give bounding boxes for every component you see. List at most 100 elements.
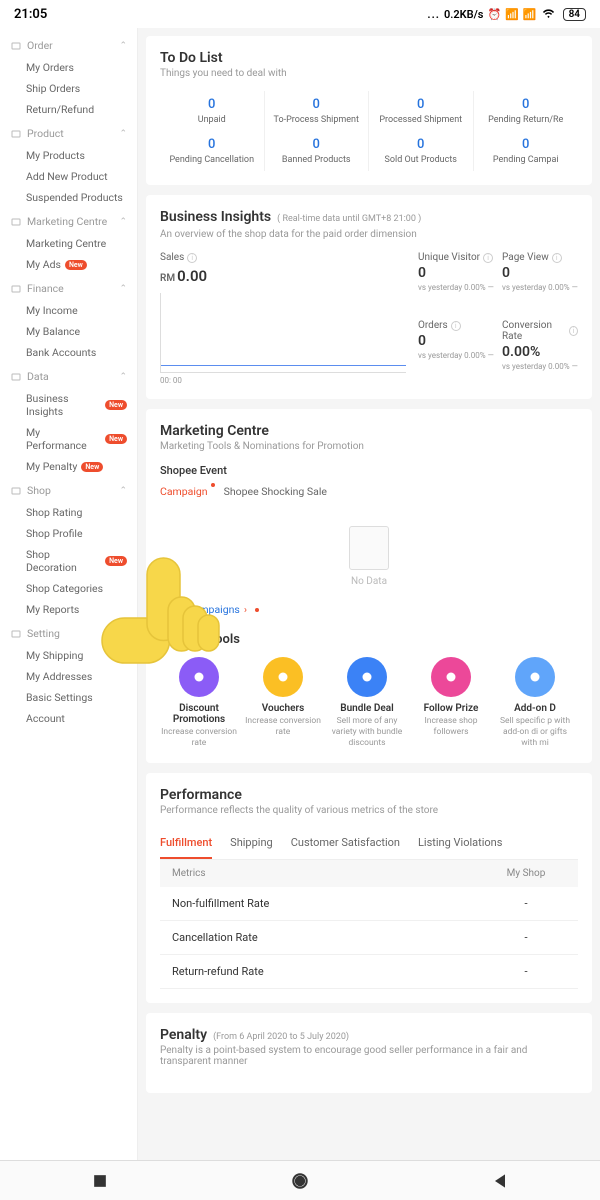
android-nav-bar — [0, 1160, 600, 1200]
chevron-up-icon: ⌃ — [119, 629, 127, 639]
chevron-up-icon: ⌃ — [119, 41, 127, 51]
more-campaigns-link[interactable]: More Campaigns › — [160, 603, 578, 616]
perf-tab-customer-satisfaction[interactable]: Customer Satisfaction — [291, 828, 400, 859]
document-icon — [349, 526, 389, 570]
nav-group-marketing-centre[interactable]: Marketing Centre ⌃ — [0, 210, 137, 233]
tool-follow-prize[interactable]: Follow Prize Increase shop followers — [412, 657, 490, 749]
tool-icon — [515, 657, 555, 697]
stat-block: Unique Visitori 0 vs yesterday 0.00% — — [418, 252, 494, 306]
todo-title: To Do List — [160, 50, 578, 66]
sidebar-item-my-penalty[interactable]: My PenaltyNew — [0, 456, 137, 477]
todo-item[interactable]: 0Pending Campai — [474, 131, 579, 171]
perf-tab-fulfillment[interactable]: Fulfillment — [160, 828, 212, 859]
sidebar-item-my-shipping[interactable]: My Shipping — [0, 645, 137, 666]
todo-item[interactable]: 0Unpaid — [160, 91, 265, 131]
sidebar-item-shop-decoration[interactable]: Shop DecorationNew — [0, 544, 137, 578]
perf-tab-shipping[interactable]: Shipping — [230, 828, 273, 859]
chevron-up-icon: ⌃ — [119, 372, 127, 382]
stat-block: Ordersi 0 vs yesterday 0.00% — — [418, 320, 494, 385]
sidebar-item-bank-accounts[interactable]: Bank Accounts — [0, 342, 137, 363]
tab-campaign[interactable]: Campaign — [160, 485, 208, 502]
tool-icon — [179, 657, 219, 697]
nav-group-product[interactable]: Product ⌃ — [0, 122, 137, 145]
sales-value: RM0.00 — [160, 267, 406, 285]
todo-item[interactable]: 0Pending Return/Re — [474, 91, 579, 131]
marketing-card: Marketing Centre Marketing Tools & Nomin… — [146, 409, 592, 763]
main-content: To Do List Things you need to deal with … — [138, 28, 600, 1160]
tool-vouchers[interactable]: Vouchers Increase conversion rate — [244, 657, 322, 749]
todo-item[interactable]: 0Processed Shipment — [369, 91, 474, 131]
info-icon[interactable]: i — [187, 253, 197, 263]
back-button[interactable] — [490, 1171, 510, 1191]
recent-apps-button[interactable] — [90, 1171, 110, 1191]
todo-item[interactable]: 0Banned Products — [265, 131, 370, 171]
new-badge: New — [65, 260, 87, 270]
sidebar-item-add-new-product[interactable]: Add New Product — [0, 166, 137, 187]
status-bar: 21:05 ... 0.2KB/s ⏰ 📶 📶 84 — [0, 0, 600, 28]
penalty-title: Penalty — [160, 1027, 207, 1043]
sidebar-item-return/refund[interactable]: Return/Refund — [0, 99, 137, 120]
todo-sub: Things you need to deal with — [160, 68, 578, 79]
tools-title: Popular Tools — [160, 632, 578, 647]
info-icon[interactable]: i — [569, 326, 578, 336]
sidebar-item-my-products[interactable]: My Products — [0, 145, 137, 166]
sidebar-item-suspended-products[interactable]: Suspended Products — [0, 187, 137, 208]
nav-group-setting[interactable]: Setting ⌃ — [0, 622, 137, 645]
marketing-title: Marketing Centre — [160, 423, 578, 439]
info-icon[interactable]: i — [451, 321, 461, 331]
sidebar-item-my-income[interactable]: My Income — [0, 300, 137, 321]
info-icon[interactable]: i — [483, 253, 493, 263]
folder-icon — [10, 128, 22, 140]
sidebar-item-shop-profile[interactable]: Shop Profile — [0, 523, 137, 544]
signal-icon-2: 📶 — [523, 8, 537, 21]
nav-group-shop[interactable]: Shop ⌃ — [0, 479, 137, 502]
sidebar-item-account[interactable]: Account — [0, 708, 137, 729]
nav-group-data[interactable]: Data ⌃ — [0, 365, 137, 388]
sidebar: Order ⌃My OrdersShip OrdersReturn/Refund… — [0, 28, 138, 1160]
tool-discount-promotions[interactable]: Discount Promotions Increase conversion … — [160, 657, 238, 749]
sidebar-item-ship-orders[interactable]: Ship Orders — [0, 78, 137, 99]
sidebar-item-my-reports[interactable]: My Reports — [0, 599, 137, 620]
wifi-icon — [541, 5, 556, 23]
home-button[interactable] — [290, 1171, 310, 1191]
nav-group-order[interactable]: Order ⌃ — [0, 34, 137, 57]
sales-label: Sales — [160, 252, 184, 263]
nodata-area: No Data — [160, 510, 578, 603]
sidebar-item-shop-categories[interactable]: Shop Categories — [0, 578, 137, 599]
chevron-up-icon: ⌃ — [119, 129, 127, 139]
sidebar-item-business-insights[interactable]: Business InsightsNew — [0, 388, 137, 422]
sidebar-item-my-orders[interactable]: My Orders — [0, 57, 137, 78]
sidebar-item-my-addresses[interactable]: My Addresses — [0, 666, 137, 687]
sidebar-item-my-balance[interactable]: My Balance — [0, 321, 137, 342]
shopee-event-label: Shopee Event — [160, 464, 578, 477]
folder-icon — [10, 216, 22, 228]
marketing-sub: Marketing Tools & Nominations for Promot… — [160, 441, 578, 452]
battery-icon: 84 — [563, 8, 586, 21]
todo-item[interactable]: 0To-Process Shipment — [265, 91, 370, 131]
insights-sub: An overview of the shop data for the pai… — [160, 229, 578, 240]
insights-note: ( Real-time data until GMT+8 21:00 ) — [277, 214, 421, 224]
tab-shocking-sale[interactable]: Shopee Shocking Sale — [224, 485, 327, 502]
sidebar-item-basic-settings[interactable]: Basic Settings — [0, 687, 137, 708]
alarm-icon: ⏰ — [487, 8, 501, 21]
sidebar-item-my-performance[interactable]: My PerformanceNew — [0, 422, 137, 456]
tool-bundle-deal[interactable]: Bundle Deal Sell more of any variety wit… — [328, 657, 406, 749]
performance-card: Performance Performance reflects the qua… — [146, 773, 592, 1003]
perf-head-metrics: Metrics — [172, 868, 486, 879]
folder-icon — [10, 40, 22, 52]
sidebar-item-marketing-centre[interactable]: Marketing Centre — [0, 233, 137, 254]
folder-icon — [10, 371, 22, 383]
nav-group-finance[interactable]: Finance ⌃ — [0, 277, 137, 300]
tool-add-on-d[interactable]: Add-on D Sell specific p with add-on di … — [496, 657, 574, 749]
sidebar-item-my-ads[interactable]: My AdsNew — [0, 254, 137, 275]
status-net: 0.2KB/s — [444, 8, 484, 21]
status-time: 21:05 — [14, 7, 47, 22]
folder-icon — [10, 283, 22, 295]
perf-tab-listing-violations[interactable]: Listing Violations — [418, 828, 502, 859]
todo-item[interactable]: 0Pending Cancellation — [160, 131, 265, 171]
info-icon[interactable]: i — [552, 253, 562, 263]
chevron-up-icon: ⌃ — [119, 217, 127, 227]
perf-row: Non-fulfillment Rate- — [160, 887, 578, 921]
sidebar-item-shop-rating[interactable]: Shop Rating — [0, 502, 137, 523]
todo-item[interactable]: 0Sold Out Products — [369, 131, 474, 171]
